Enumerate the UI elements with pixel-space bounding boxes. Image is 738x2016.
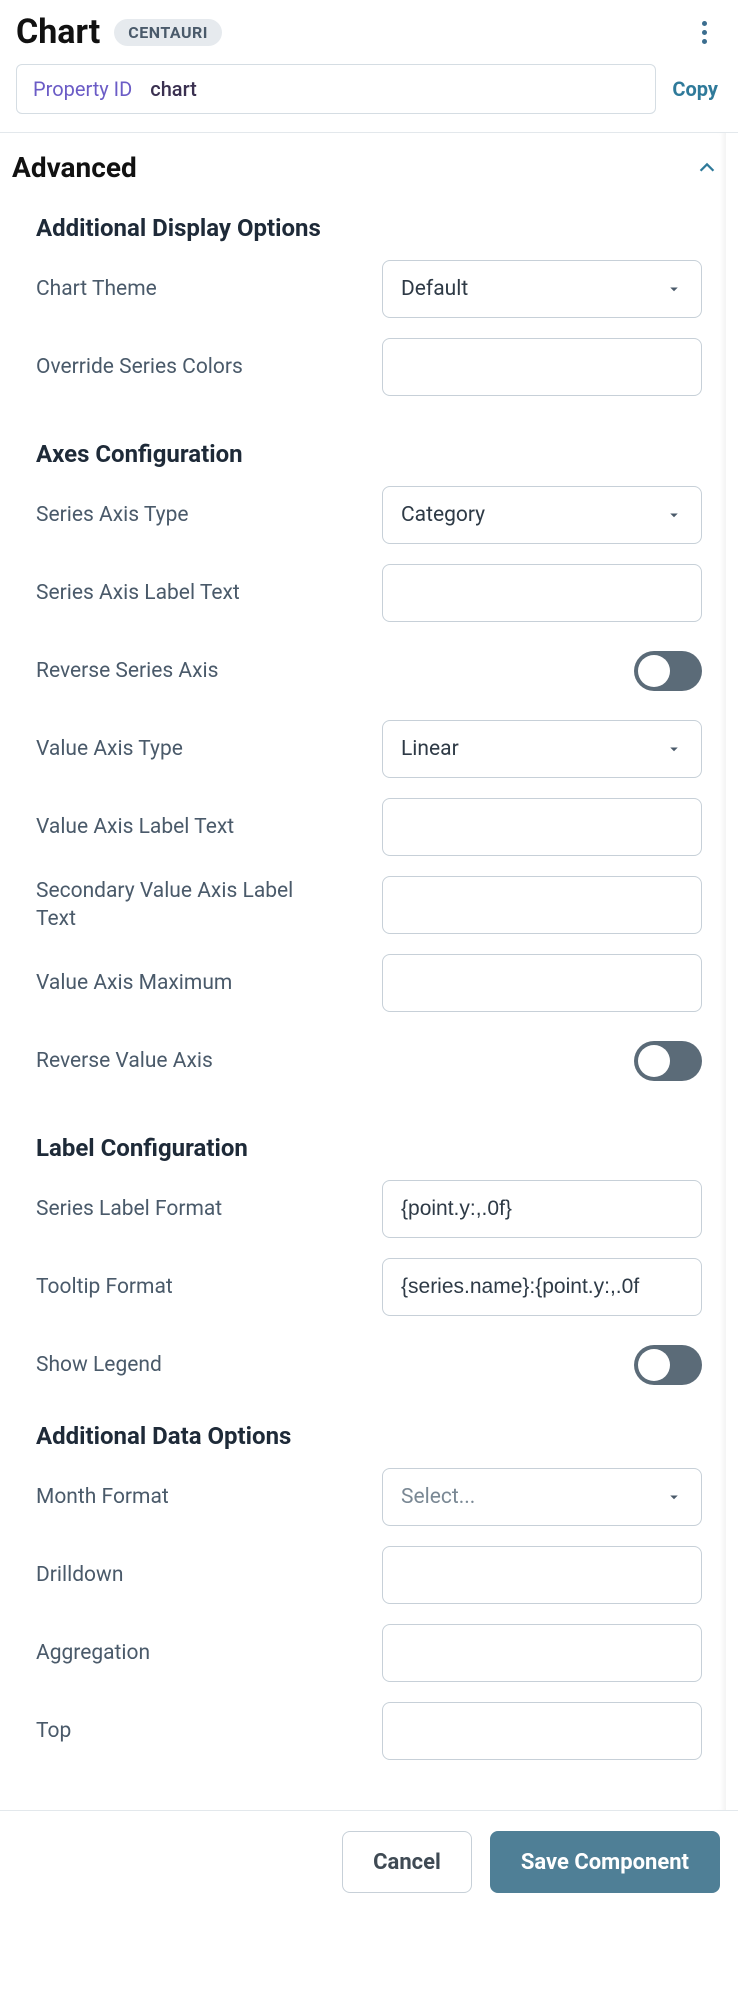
tooltip-format-input[interactable] xyxy=(382,1258,702,1316)
advanced-section-header[interactable]: Advanced xyxy=(12,133,726,192)
chart-theme-select[interactable]: Default xyxy=(382,260,702,318)
month-format-label: Month Format xyxy=(36,1483,336,1511)
value-axis-type-value: Linear xyxy=(401,737,459,761)
display-options-heading: Additional Display Options xyxy=(36,214,702,242)
aggregation-text[interactable] xyxy=(401,1641,683,1665)
series-axis-label-row: Series Axis Label Text xyxy=(36,554,702,632)
panel-title: Chart xyxy=(16,12,100,52)
override-colors-text[interactable] xyxy=(401,355,683,379)
series-axis-type-value: Category xyxy=(401,503,485,527)
caret-down-icon xyxy=(665,280,683,298)
caret-down-icon xyxy=(665,1488,683,1506)
value-axis-label-row: Value Axis Label Text xyxy=(36,788,702,866)
series-label-format-label: Series Label Format xyxy=(36,1195,336,1223)
label-config-heading: Label Configuration xyxy=(36,1134,702,1162)
footer-actions: Cancel Save Component xyxy=(0,1810,738,1921)
series-axis-type-row: Series Axis Type Category xyxy=(36,476,702,554)
secondary-value-label-input[interactable] xyxy=(382,876,702,934)
value-axis-label-input[interactable] xyxy=(382,798,702,856)
reverse-value-row: Reverse Value Axis xyxy=(36,1022,702,1100)
chart-theme-label: Chart Theme xyxy=(36,275,336,303)
drilldown-row: Drilldown xyxy=(36,1536,702,1614)
reverse-series-toggle[interactable] xyxy=(634,651,702,691)
chart-theme-value: Default xyxy=(401,277,468,301)
value-axis-type-row: Value Axis Type Linear xyxy=(36,710,702,788)
data-options-heading: Additional Data Options xyxy=(36,1422,702,1450)
series-axis-type-label: Series Axis Type xyxy=(36,501,336,529)
more-menu-icon[interactable] xyxy=(692,15,716,50)
cancel-button[interactable]: Cancel xyxy=(342,1831,472,1893)
series-label-format-text[interactable] xyxy=(401,1197,683,1221)
component-type-badge: CENTAURI xyxy=(114,19,222,46)
value-axis-max-row: Value Axis Maximum xyxy=(36,944,702,1022)
drilldown-label: Drilldown xyxy=(36,1561,336,1589)
show-legend-label: Show Legend xyxy=(36,1351,336,1379)
advanced-section-title: Advanced xyxy=(12,151,137,184)
aggregation-input[interactable] xyxy=(382,1624,702,1682)
chart-theme-row: Chart Theme Default xyxy=(36,250,702,328)
show-legend-toggle[interactable] xyxy=(634,1345,702,1385)
series-axis-label-label: Series Axis Label Text xyxy=(36,579,336,607)
aggregation-label: Aggregation xyxy=(36,1639,336,1667)
series-label-format-row: Series Label Format xyxy=(36,1170,702,1248)
tooltip-format-row: Tooltip Format xyxy=(36,1248,702,1326)
reverse-series-label: Reverse Series Axis xyxy=(36,657,336,685)
caret-down-icon xyxy=(665,740,683,758)
aggregation-row: Aggregation xyxy=(36,1614,702,1692)
override-colors-input[interactable] xyxy=(382,338,702,396)
month-format-row: Month Format Select... xyxy=(36,1458,702,1536)
top-text[interactable] xyxy=(401,1719,683,1743)
reverse-value-label: Reverse Value Axis xyxy=(36,1047,336,1075)
value-axis-max-text[interactable] xyxy=(401,971,683,995)
show-legend-row: Show Legend xyxy=(36,1326,702,1404)
value-axis-max-input[interactable] xyxy=(382,954,702,1012)
series-label-format-input[interactable] xyxy=(382,1180,702,1238)
series-axis-type-select[interactable]: Category xyxy=(382,486,702,544)
value-axis-type-label: Value Axis Type xyxy=(36,735,336,763)
series-axis-label-text[interactable] xyxy=(401,581,683,605)
property-id-value: chart xyxy=(150,77,197,101)
value-axis-label-label: Value Axis Label Text xyxy=(36,813,336,841)
drilldown-text[interactable] xyxy=(401,1563,683,1587)
value-axis-label-text[interactable] xyxy=(401,815,683,839)
properties-panel: Chart CENTAURI Property ID chart Copy Ad… xyxy=(0,0,738,1810)
copy-button[interactable]: Copy xyxy=(672,77,722,101)
advanced-content: Additional Display Options Chart Theme D… xyxy=(12,192,726,1810)
top-label: Top xyxy=(36,1717,336,1745)
month-format-placeholder: Select... xyxy=(401,1485,475,1509)
top-input[interactable] xyxy=(382,1702,702,1760)
chevron-up-icon[interactable] xyxy=(696,157,718,179)
property-id-box: Property ID chart xyxy=(16,64,656,114)
tooltip-format-text[interactable] xyxy=(401,1275,683,1299)
secondary-value-label-row: Secondary Value Axis Label Text xyxy=(36,866,702,944)
property-id-row: Property ID chart Copy xyxy=(12,64,726,132)
value-axis-type-select[interactable]: Linear xyxy=(382,720,702,778)
save-button[interactable]: Save Component xyxy=(490,1831,720,1893)
reverse-value-toggle[interactable] xyxy=(634,1041,702,1081)
caret-down-icon xyxy=(665,506,683,524)
top-row: Top xyxy=(36,1692,702,1770)
drilldown-input[interactable] xyxy=(382,1546,702,1604)
month-format-select[interactable]: Select... xyxy=(382,1468,702,1526)
override-colors-label: Override Series Colors xyxy=(36,353,336,381)
reverse-series-row: Reverse Series Axis xyxy=(36,632,702,710)
axes-config-heading: Axes Configuration xyxy=(36,440,702,468)
series-axis-label-input[interactable] xyxy=(382,564,702,622)
secondary-value-label-text[interactable] xyxy=(401,893,683,917)
property-id-label: Property ID xyxy=(33,77,132,101)
override-colors-row: Override Series Colors xyxy=(36,328,702,406)
panel-header: Chart CENTAURI xyxy=(12,12,726,64)
value-axis-max-label: Value Axis Maximum xyxy=(36,969,336,997)
secondary-value-label-label: Secondary Value Axis Label Text xyxy=(36,877,336,934)
tooltip-format-label: Tooltip Format xyxy=(36,1273,336,1301)
